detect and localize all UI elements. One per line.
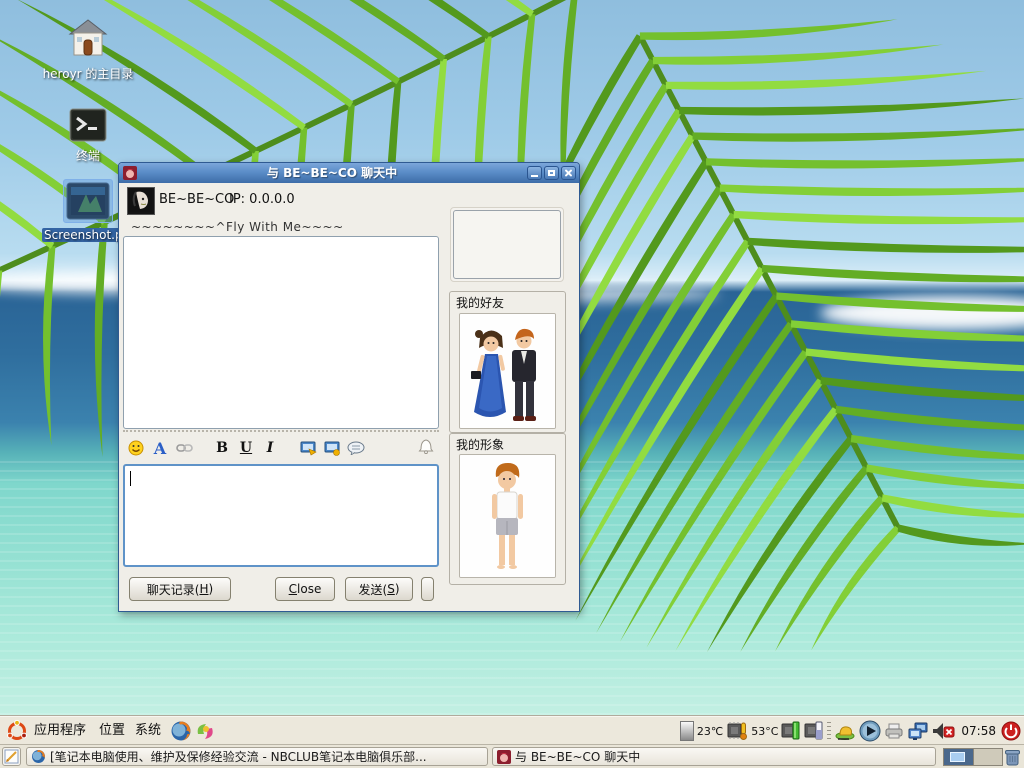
workspace-2[interactable] <box>973 749 1003 765</box>
show-desktop-button[interactable] <box>2 747 21 766</box>
system-tray: 23℃ 53°C <box>680 717 1021 745</box>
dialog-buttons: 聊天记录(H) Close 发送(S) <box>119 577 443 605</box>
font-button[interactable]: A <box>151 439 169 457</box>
ubuntu-menu-icon[interactable] <box>6 720 28 742</box>
friends-groupbox: 我的好友 <box>449 291 566 433</box>
chip-purple-bar-icon[interactable] <box>804 721 824 741</box>
peer-avatar[interactable] <box>127 187 155 215</box>
underline-button[interactable]: U <box>237 439 255 457</box>
notify-bell-icon[interactable] <box>417 436 435 454</box>
clock[interactable]: 07:58 <box>961 724 996 738</box>
selection-highlight <box>63 179 113 223</box>
text-caret <box>130 471 131 486</box>
chat-history[interactable] <box>123 236 439 429</box>
window-controls <box>527 166 576 180</box>
bold-button[interactable]: B <box>213 439 231 457</box>
firefox-launcher-icon[interactable] <box>170 720 192 742</box>
desktop-icon-label: 终端 <box>42 149 134 163</box>
desktop-icon-home[interactable]: heroyr 的主目录 <box>42 18 134 81</box>
network-monitor-icon[interactable] <box>907 721 929 741</box>
couple-avatar-art <box>460 314 555 428</box>
im-launcher-icon[interactable] <box>194 720 216 742</box>
screenshot-image-icon <box>66 182 110 220</box>
history-button[interactable]: 聊天记录(H) <box>129 577 231 601</box>
self-avatar-art <box>460 455 555 577</box>
chat-app-icon <box>123 166 137 180</box>
self-image-label: 我的形象 <box>456 436 504 453</box>
quit-power-button[interactable] <box>1001 721 1021 741</box>
printer-icon[interactable] <box>884 722 904 740</box>
send-image-button[interactable] <box>323 439 341 457</box>
peer-signature: ~~~~~~~~^Fly With Me~~~~ <box>131 220 344 234</box>
menu-applications[interactable]: 应用程序 <box>30 717 90 745</box>
send-options-button[interactable] <box>421 577 434 601</box>
close-chat-button[interactable]: Close <box>275 577 335 601</box>
send-button[interactable]: 发送(S) <box>345 577 413 601</box>
firefox-icon <box>31 749 46 764</box>
minimize-button[interactable] <box>527 166 542 180</box>
close-button[interactable] <box>561 166 576 180</box>
peer-video-inner <box>453 210 561 279</box>
input-method-icon[interactable] <box>834 721 856 741</box>
desktop-icon-label: heroyr 的主目录 <box>42 67 134 81</box>
link-button[interactable] <box>175 439 193 457</box>
media-player-icon[interactable] <box>859 720 881 742</box>
window-list-taskbar: [笔记本电脑使用、维护及保修经验交流 - NBCLUB笔记本电脑俱乐部... 与… <box>0 744 1024 768</box>
tray-drag-handle[interactable] <box>827 722 831 740</box>
terminal-icon <box>69 108 107 142</box>
self-image-groupbox: 我的形象 <box>449 433 566 585</box>
trash-applet-icon[interactable] <box>1003 747 1022 767</box>
chat-window-titlebar[interactable]: 与 BE~BE~CO 聊天中 <box>119 163 579 183</box>
italic-button[interactable]: I <box>261 439 279 457</box>
window-title: 与 BE~BE~CO 聊天中 <box>137 163 527 183</box>
chat-toolbar: A B U I <box>127 436 435 460</box>
workspace-window-thumb <box>950 752 965 762</box>
quick-reply-button[interactable] <box>347 439 365 457</box>
message-input[interactable] <box>123 464 439 567</box>
cpu-meter-applet[interactable] <box>680 721 694 741</box>
taskbar-window-firefox[interactable]: [笔记本电脑使用、维护及保修经验交流 - NBCLUB笔记本电脑俱乐部... <box>26 747 488 766</box>
menu-places[interactable]: 位置 <box>95 717 129 745</box>
peer-video-box <box>450 207 564 282</box>
emoticon-button[interactable] <box>127 439 145 457</box>
workspace-switcher[interactable] <box>943 748 1003 766</box>
chip-green-bar-icon[interactable] <box>781 721 801 741</box>
gnome-panel: 应用程序 位置 系统 23℃ <box>0 716 1024 745</box>
chat-window: 与 BE~BE~CO 聊天中 BE~BE~CO IP: 0.0.0.0 ~~~~… <box>118 162 580 612</box>
friends-label: 我的好友 <box>456 294 504 311</box>
maximize-button[interactable] <box>544 166 559 180</box>
screen-capture-button[interactable] <box>299 439 317 457</box>
chip-thermometer-icon[interactable] <box>726 721 748 741</box>
chat-window-body: BE~BE~CO IP: 0.0.0.0 ~~~~~~~~^Fly With M… <box>119 183 579 611</box>
taskbar-window-chat[interactable]: 与 BE~BE~CO 聊天中 <box>492 747 936 766</box>
chat-app-icon <box>497 750 511 764</box>
peer-ip: IP: 0.0.0.0 <box>229 192 295 207</box>
self-avatar-picture[interactable] <box>459 454 556 578</box>
workspace-1-active[interactable] <box>944 749 973 765</box>
peer-name: BE~BE~CO <box>159 192 234 207</box>
volume-muted-icon[interactable] <box>932 721 956 741</box>
cpu-temperature[interactable]: 53°C <box>751 725 778 738</box>
home-folder-icon <box>68 18 108 60</box>
desktop: heroyr 的主目录 终端 Screenshot.p... <box>0 0 1024 768</box>
ambient-temperature[interactable]: 23℃ <box>697 725 723 738</box>
menu-system[interactable]: 系统 <box>131 717 165 745</box>
desktop-icon-terminal[interactable]: 终端 <box>42 108 134 163</box>
friends-picture[interactable] <box>459 313 556 429</box>
